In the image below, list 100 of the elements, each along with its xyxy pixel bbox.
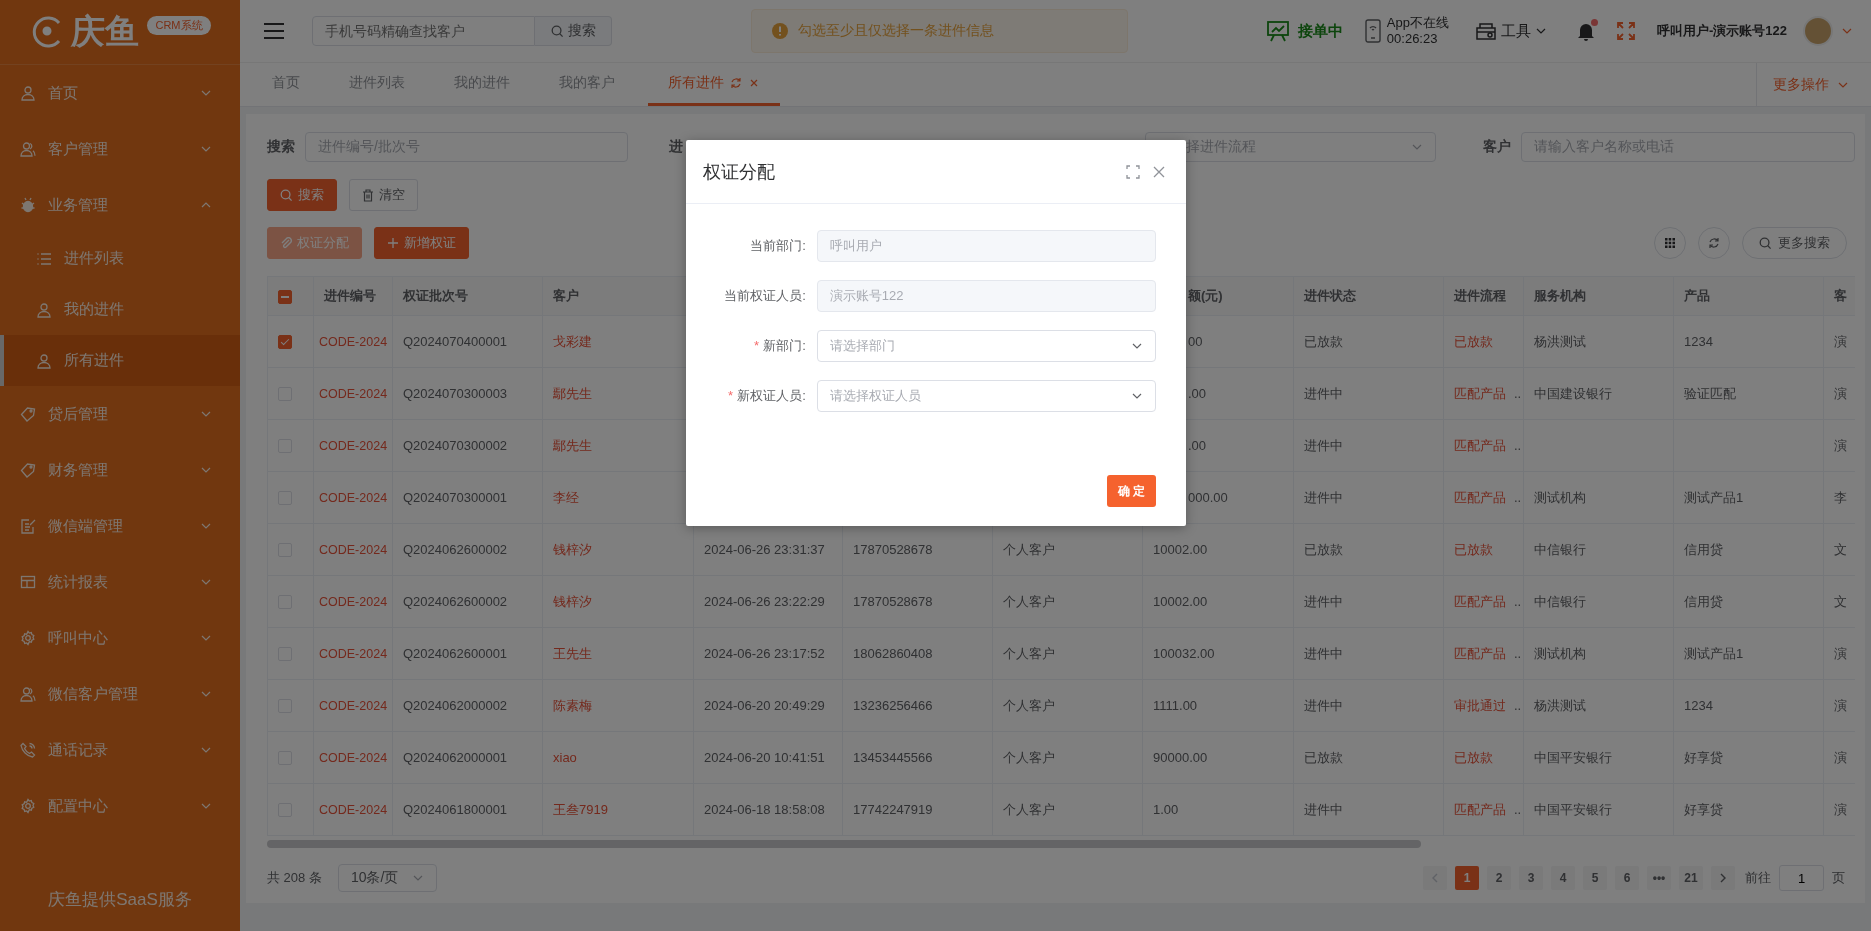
page-button[interactable]: 5 [1583,866,1607,890]
avatar[interactable] [1803,16,1833,46]
select-all-checkbox[interactable] [278,289,292,304]
table-cell: Q2024061800001 [403,802,508,817]
table-cell: 进件中 [1304,697,1343,713]
page-button[interactable]: ••• [1647,866,1671,890]
column-header: 客 [1834,288,1847,303]
horizontal-scrollbar[interactable] [267,840,1421,848]
table-cell: 已放款 [1304,749,1343,765]
search-button[interactable]: 搜索 [535,16,612,46]
table-cell: 13236256466 [853,698,933,713]
person-icon [20,85,36,101]
table-cell: 文 [1834,593,1847,609]
fullscreen-icon[interactable] [1126,164,1140,179]
customer-link[interactable]: 戈彩建 [553,333,592,349]
more-actions[interactable]: 更多操作 [1756,63,1871,106]
table-cell: 进件中 [1304,385,1343,401]
flow-status: 已放款 [1454,541,1493,557]
close-icon[interactable] [1152,164,1166,179]
table-cell: 测试机构 [1534,489,1586,505]
form-label: 当前部门: [749,237,806,255]
close-icon[interactable] [748,77,760,89]
column-header: 权证批次号 [403,288,468,303]
fullscreen-icon[interactable] [1616,22,1635,40]
table-cell: 测试机构 [1534,645,1586,661]
select-field[interactable]: 请选择部门 [816,330,1156,362]
page-button[interactable]: 21 [1679,866,1703,890]
page-button[interactable]: 3 [1519,866,1543,890]
table-cell: 中国平安银行 [1534,749,1612,765]
toast-message: 勾选至少且仅选择一条进件信息 [798,22,994,40]
page-button[interactable]: 4 [1551,866,1575,890]
table-cell: 演 [1834,333,1847,349]
table-cell: 个人客户 [1003,697,1055,713]
row-checkbox[interactable] [278,335,292,350]
table-cell: 2024-06-26 23:17:52 [704,646,825,661]
add-button[interactable]: 新增权证 [374,227,469,259]
page-button[interactable]: 1 [1455,866,1479,890]
tools-menu[interactable]: 工具 [1474,21,1547,41]
sidebar-item[interactable]: 微信客户管理 [0,666,240,722]
footer-text: 庆鱼提供SaaS服务 [48,890,192,909]
table-cell: 演 [1834,697,1847,713]
table-cell: 演 [1834,801,1847,817]
sidebar-item[interactable]: 财务管理 [0,442,240,498]
table-cell: 演 [1834,385,1847,401]
sidebar-item[interactable]: 通话记录 [0,722,240,778]
sidebar-subitem[interactable]: 所有进件 [0,335,240,386]
order-status[interactable]: 接单中 [1265,20,1343,42]
refresh-button[interactable] [1698,227,1730,259]
customer-link[interactable]: 钱梓汐 [553,593,592,609]
customer-link[interactable]: 王先生 [553,645,592,661]
customer-link[interactable]: 钱梓汐 [553,541,592,557]
sidebar-subitem[interactable]: 进件列表 [0,233,240,284]
customer-link[interactable]: 鄢先生 [553,385,592,401]
sidebar-item[interactable]: 客户管理 [0,121,240,177]
sidebar-item[interactable]: 业务管理 [0,177,240,233]
goto-page-field[interactable]: 1 [1779,865,1824,891]
table-cell: 2024-06-18 18:58:08 [704,802,825,817]
table-cell: 1234 [1684,334,1713,349]
table-cell: 中国建设银行 [1534,385,1612,401]
search-button[interactable]: 搜索 [267,179,337,211]
customer-link[interactable]: 陈素梅 [553,697,592,713]
table-cell: 1111.00 [1153,698,1198,713]
more-search-button[interactable]: 更多搜索 [1742,227,1847,259]
refresh-icon[interactable] [730,77,742,89]
sidebar-item[interactable]: 贷后管理 [0,386,240,442]
bell-icon[interactable] [1576,21,1595,41]
user-name[interactable]: 呼叫用户-演示账号122 [1656,22,1787,40]
clear-button[interactable]: 清空 [349,179,418,211]
filter-label: 搜索 [267,138,295,156]
people-icon [20,686,36,702]
prev-page-button[interactable] [1423,866,1447,890]
sidebar-item[interactable]: 配置中心 [0,778,240,834]
sidebar-item[interactable]: 呼叫中心 [0,610,240,666]
table-cell: 中信银行 [1534,593,1586,609]
column-header: 额(元) [1188,288,1223,303]
sidebar-item[interactable]: 统计报表 [0,554,240,610]
customer-link[interactable]: 鄢先生 [553,437,592,453]
page-button[interactable]: 6 [1615,866,1639,890]
select-field[interactable]: 请选择权证人员 [816,380,1156,412]
menu-icon[interactable] [264,23,284,39]
table-cell: 13453445566 [853,750,933,765]
tab[interactable]: 所有进件 [648,63,780,106]
confirm-button[interactable]: 确 定 [1107,475,1156,507]
flow-status: 已放款 [1454,333,1493,349]
customer-link[interactable]: 王叁7919 [553,801,608,817]
table-cell: 测试产品1 [1684,489,1744,505]
sidebar-item[interactable]: 首页 [0,65,240,121]
sidebar-subitem[interactable]: 我的进件 [0,284,240,335]
table-cell: Q2024070300003 [403,386,508,401]
next-page-button[interactable] [1711,866,1735,890]
page-button[interactable]: 2 [1487,866,1511,890]
toolbox-icon [1474,21,1497,41]
customer-link[interactable]: xiao [553,750,577,765]
search-field[interactable]: 手机号码精确查找客户 [312,16,535,46]
columns-button[interactable] [1654,227,1686,259]
sidebar-item[interactable]: 微信端管理 [0,498,240,554]
column-header: 进件编号 [324,288,376,303]
page-size-select[interactable]: 10条/页 [337,864,437,892]
customer-link[interactable]: 李经 [553,489,579,505]
table-cell: 17870528678 [853,594,933,609]
